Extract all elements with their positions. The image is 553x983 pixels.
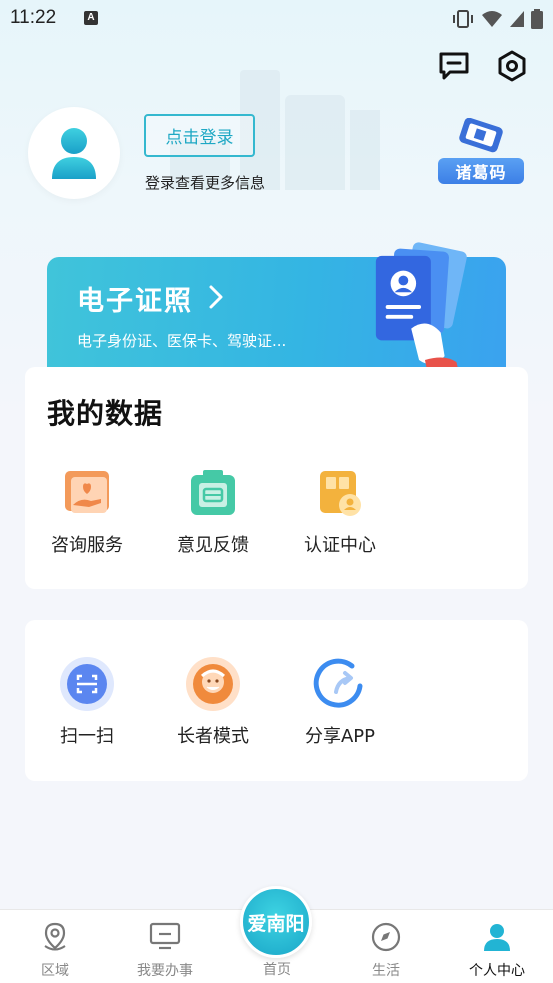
- tab-personal-center-label: 个人中心: [469, 963, 525, 979]
- certification-center-label: 认证中心: [304, 535, 376, 556]
- tab-region[interactable]: 区域: [0, 910, 110, 983]
- status-notification-icon: A: [84, 11, 98, 25]
- consult-service-label: 咨询服务: [51, 535, 123, 556]
- id-card-illustration: [375, 242, 467, 373]
- feedback-item[interactable]: 意见反馈: [163, 465, 263, 557]
- feedback-icon: [185, 465, 241, 521]
- elder-mode-icon: [185, 656, 241, 712]
- vibrate-icon: [453, 10, 473, 28]
- consult-icon: [59, 465, 115, 521]
- battery-icon: [531, 9, 543, 29]
- share-app-item[interactable]: 分享APP: [290, 656, 390, 748]
- tab-home[interactable]: 爱南阳: [240, 886, 312, 958]
- login-subtitle: 登录查看更多信息: [145, 174, 266, 192]
- settings-button[interactable]: [494, 48, 530, 84]
- login-button[interactable]: 点击登录: [144, 114, 255, 157]
- certification-center-item[interactable]: 认证中心: [290, 465, 390, 557]
- location-icon: [44, 922, 66, 951]
- user-avatar-icon: [52, 128, 96, 179]
- compass-icon: [371, 922, 401, 952]
- share-icon: [312, 656, 368, 712]
- feedback-label: 意见反馈: [177, 535, 249, 556]
- home-logo: 爱南阳: [247, 913, 305, 935]
- tab-services[interactable]: 我要办事: [110, 910, 220, 983]
- my-data-panel: 我的数据 咨询服务 意见反馈 认证中心: [25, 367, 528, 589]
- scan-icon: [59, 656, 115, 712]
- elder-mode-label: 长者模式: [177, 726, 249, 747]
- status-icons: [451, 9, 543, 29]
- wifi-icon: [482, 11, 502, 27]
- tab-services-label: 我要办事: [137, 963, 193, 979]
- my-data-title: 我的数据: [47, 397, 164, 430]
- scan-item[interactable]: 扫一扫: [37, 656, 137, 748]
- message-icon: [439, 52, 469, 80]
- status-time: 11:22: [10, 7, 57, 28]
- e-certificate-title: 电子证照: [77, 286, 193, 317]
- zhuge-code-button[interactable]: 诸葛码: [437, 118, 527, 188]
- person-icon: [484, 924, 510, 951]
- tab-home-label: 首页: [263, 962, 291, 978]
- tab-personal-center[interactable]: 个人中心: [442, 910, 552, 983]
- certification-icon: [312, 465, 368, 521]
- tab-life[interactable]: 生活: [331, 910, 441, 983]
- tools-panel: 扫一扫 长者模式 分享APP: [25, 620, 528, 781]
- tab-life-label: 生活: [372, 963, 400, 979]
- monitor-icon: [149, 922, 181, 950]
- chevron-right-icon: [209, 285, 223, 309]
- consult-service-item[interactable]: 咨询服务: [37, 465, 137, 557]
- elder-mode-item[interactable]: 长者模式: [163, 656, 263, 748]
- status-bar: 11:22 A: [0, 0, 553, 38]
- settings-icon: [498, 50, 526, 82]
- scan-label: 扫一扫: [60, 726, 114, 747]
- share-app-label: 分享APP: [304, 726, 376, 747]
- signal-icon: [510, 11, 524, 27]
- message-button[interactable]: [436, 48, 472, 84]
- avatar[interactable]: [28, 107, 120, 199]
- tab-region-label: 区域: [41, 963, 69, 979]
- e-certificate-subtitle: 电子身份证、医保卡、驾驶证...: [77, 332, 287, 350]
- zhuge-code-label: 诸葛码: [438, 158, 524, 184]
